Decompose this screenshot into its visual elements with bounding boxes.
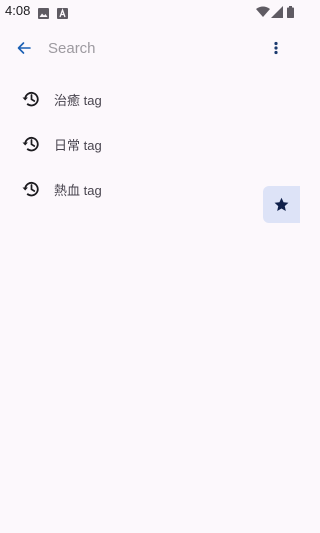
history-icon (21, 89, 41, 109)
status-bar: 4:08 (0, 0, 300, 22)
more-options-button[interactable] (266, 36, 286, 60)
image-icon (38, 4, 49, 19)
status-time: 4:08 (5, 3, 31, 18)
search-history-list: 治癒 tag 日常 tag 熱血 tag (0, 77, 300, 212)
history-item-label: 治癒 tag (54, 93, 102, 108)
arrow-back-icon (17, 42, 31, 54)
history-icon (21, 134, 41, 154)
list-item[interactable]: 治癒 tag (0, 77, 300, 122)
signal-icon (271, 3, 283, 22)
list-item[interactable]: 熱血 tag (0, 167, 300, 212)
back-button[interactable] (12, 36, 36, 60)
battery-icon (287, 3, 294, 22)
history-item-label: 熱血 tag (54, 183, 102, 198)
star-icon (274, 197, 289, 211)
search-input[interactable] (48, 37, 248, 59)
wifi-icon (256, 3, 270, 22)
history-icon (21, 179, 41, 199)
font-icon (57, 4, 68, 19)
favorites-button[interactable] (263, 186, 300, 223)
search-bar (0, 28, 300, 68)
list-item[interactable]: 日常 tag (0, 122, 300, 167)
history-item-label: 日常 tag (54, 138, 102, 153)
more-vert-icon (274, 41, 278, 55)
